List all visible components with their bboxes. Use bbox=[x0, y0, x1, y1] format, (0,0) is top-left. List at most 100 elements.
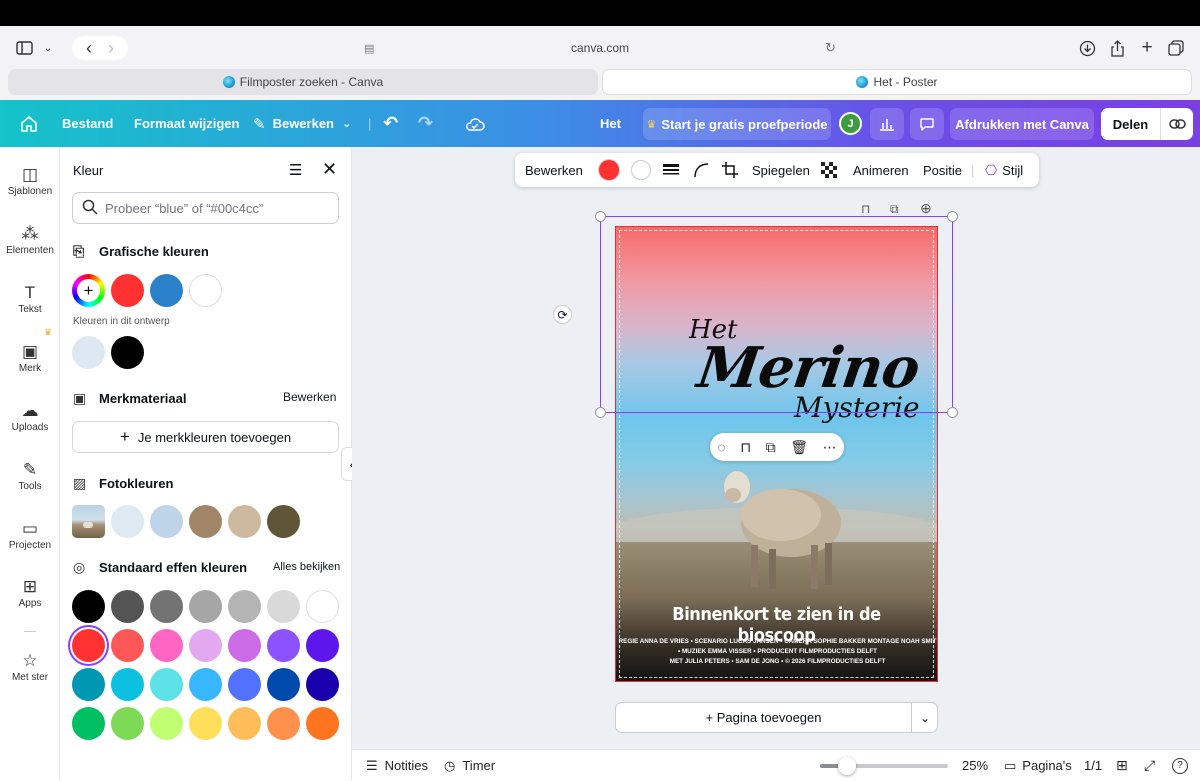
resize-handle-bl[interactable] bbox=[595, 407, 606, 418]
transparency-icon[interactable] bbox=[821, 153, 837, 187]
standard-color-swatch[interactable] bbox=[111, 707, 144, 740]
address-bar[interactable]: ▤ canva.com ↻ bbox=[355, 34, 845, 62]
standard-color-swatch[interactable] bbox=[72, 668, 105, 701]
notes-button[interactable]: ☰ Notities bbox=[366, 750, 428, 781]
style-button[interactable]: ⎔ Stijl bbox=[985, 153, 1023, 187]
download-icon[interactable] bbox=[1077, 38, 1097, 58]
standard-color-swatch[interactable] bbox=[150, 707, 183, 740]
close-icon[interactable]: ✕ bbox=[322, 159, 337, 180]
print-button[interactable]: Afdrukken met Canva bbox=[950, 108, 1094, 140]
fullscreen-icon[interactable]: ⤢ bbox=[1144, 750, 1155, 781]
selection-box[interactable] bbox=[600, 216, 953, 413]
new-tab-icon[interactable]: + bbox=[1137, 37, 1157, 58]
standard-color-swatch[interactable] bbox=[189, 629, 222, 662]
border-style-icon[interactable] bbox=[663, 153, 679, 187]
add-page-icon[interactable]: ⊕ bbox=[920, 200, 932, 217]
edit-menu[interactable]: ✎ Bewerken ⌄ bbox=[253, 100, 351, 147]
zoom-slider-track[interactable] bbox=[820, 757, 948, 775]
share-icon[interactable] bbox=[1107, 38, 1127, 58]
standard-color-swatch[interactable] bbox=[306, 668, 339, 701]
resize-handle-tl[interactable] bbox=[595, 211, 606, 222]
photo-color-swatch[interactable] bbox=[267, 505, 300, 538]
grid-view-icon[interactable]: ⊞ bbox=[1116, 750, 1128, 781]
add-color-button[interactable]: + bbox=[72, 274, 105, 307]
photo-color-swatch[interactable] bbox=[150, 505, 183, 538]
list-view-icon[interactable]: ☰ bbox=[289, 161, 302, 179]
standard-color-swatch[interactable] bbox=[72, 629, 105, 662]
standard-color-swatch[interactable] bbox=[306, 629, 339, 662]
standard-color-swatch[interactable] bbox=[150, 590, 183, 623]
photo-color-swatch[interactable] bbox=[189, 505, 222, 538]
flip-button[interactable]: Spiegelen bbox=[752, 153, 810, 187]
avatar[interactable]: J bbox=[839, 100, 862, 147]
design-color-swatch[interactable] bbox=[72, 336, 105, 369]
more-icon[interactable]: ⋯ bbox=[823, 439, 837, 456]
tab-poster[interactable]: Het - Poster bbox=[602, 69, 1192, 95]
standard-color-swatch[interactable] bbox=[228, 590, 261, 623]
chevron-down-icon[interactable]: ⌄ bbox=[911, 703, 938, 732]
tab-filmposter[interactable]: Filmposter zoeken - Canva bbox=[8, 69, 598, 95]
standard-color-swatch[interactable] bbox=[189, 590, 222, 623]
stroke-color-button[interactable] bbox=[631, 153, 651, 187]
home-icon[interactable] bbox=[20, 100, 38, 147]
reload-icon[interactable]: ↻ bbox=[825, 40, 836, 56]
photo-color-swatch[interactable] bbox=[111, 505, 144, 538]
lock-icon[interactable]: ⊓ bbox=[740, 439, 751, 456]
comment-add-icon[interactable]: ◌ bbox=[717, 439, 725, 455]
standard-color-swatch[interactable] bbox=[267, 590, 300, 623]
resize-handle-br[interactable] bbox=[947, 407, 958, 418]
insights-icon[interactable] bbox=[870, 108, 904, 140]
back-icon[interactable]: ‹ bbox=[86, 38, 92, 59]
edit-button[interactable]: Bewerken bbox=[525, 153, 583, 187]
corner-rounding-icon[interactable] bbox=[693, 153, 709, 187]
standard-color-swatch[interactable] bbox=[111, 590, 144, 623]
zoom-level[interactable]: 25% bbox=[962, 750, 988, 781]
standard-color-swatch[interactable] bbox=[150, 629, 183, 662]
rail-item-projects[interactable]: ▭ Projecten bbox=[0, 518, 60, 551]
graphic-color-swatch[interactable] bbox=[189, 274, 222, 307]
rotate-icon[interactable]: ⟳ bbox=[553, 305, 572, 324]
photo-thumbnail[interactable] bbox=[72, 505, 105, 538]
rail-item-brand[interactable]: ▣ Merk ♛ bbox=[0, 327, 60, 374]
file-menu[interactable]: Bestand bbox=[62, 100, 113, 147]
rail-item-elements[interactable]: ⁂ Elementen bbox=[0, 223, 60, 256]
standard-color-swatch[interactable] bbox=[267, 668, 300, 701]
sidebar-toggle-icon[interactable] bbox=[12, 38, 36, 58]
rail-item-apps[interactable]: ⊞ Apps bbox=[0, 576, 60, 609]
standard-color-swatch[interactable] bbox=[306, 707, 339, 740]
standard-color-swatch[interactable] bbox=[72, 707, 105, 740]
see-all-link[interactable]: Alles bekijken bbox=[273, 561, 340, 573]
add-page-button[interactable]: + Pagina toevoegen bbox=[616, 703, 911, 732]
duplicate-icon[interactable]: ⧉ bbox=[766, 439, 776, 456]
color-search-box[interactable] bbox=[72, 192, 339, 224]
undo-icon[interactable]: ↶ bbox=[383, 100, 398, 147]
resize-handle-tr[interactable] bbox=[947, 211, 958, 222]
standard-color-swatch[interactable] bbox=[72, 590, 105, 623]
photo-color-swatch[interactable] bbox=[228, 505, 261, 538]
standard-color-swatch[interactable] bbox=[189, 707, 222, 740]
standard-color-swatch[interactable] bbox=[306, 590, 339, 623]
standard-color-swatch[interactable] bbox=[228, 668, 261, 701]
tabs-overview-icon[interactable] bbox=[1166, 38, 1186, 58]
graphic-color-swatch[interactable] bbox=[150, 274, 183, 307]
graphic-color-swatch[interactable] bbox=[111, 274, 144, 307]
animate-button[interactable]: Animeren bbox=[853, 153, 909, 187]
resize-menu[interactable]: Formaat wijzigen bbox=[134, 100, 239, 147]
share-button[interactable]: Delen bbox=[1101, 108, 1193, 140]
standard-color-swatch[interactable] bbox=[228, 629, 261, 662]
forward-icon[interactable]: › bbox=[108, 38, 114, 59]
redo-icon[interactable]: ↷ bbox=[418, 100, 433, 147]
start-trial-button[interactable]: ♛ Start je gratis proefperiode bbox=[643, 108, 831, 140]
design-color-swatch[interactable] bbox=[111, 336, 144, 369]
fill-color-button[interactable] bbox=[599, 153, 619, 187]
position-button[interactable]: Positie bbox=[923, 153, 962, 187]
standard-color-swatch[interactable] bbox=[228, 707, 261, 740]
duplicate-page-icon[interactable]: ⧉ bbox=[890, 202, 899, 217]
standard-color-swatch[interactable] bbox=[150, 668, 183, 701]
rail-item-tools[interactable]: ✎ Tools bbox=[0, 459, 60, 492]
brand-edit-link[interactable]: Bewerken bbox=[283, 390, 336, 404]
crop-icon[interactable] bbox=[722, 153, 738, 187]
document-title[interactable]: Het bbox=[600, 100, 621, 147]
rail-item-text[interactable]: T Tekst bbox=[0, 282, 60, 315]
add-brand-colors-button[interactable]: + Je merkkleuren toevoegen bbox=[72, 421, 339, 453]
